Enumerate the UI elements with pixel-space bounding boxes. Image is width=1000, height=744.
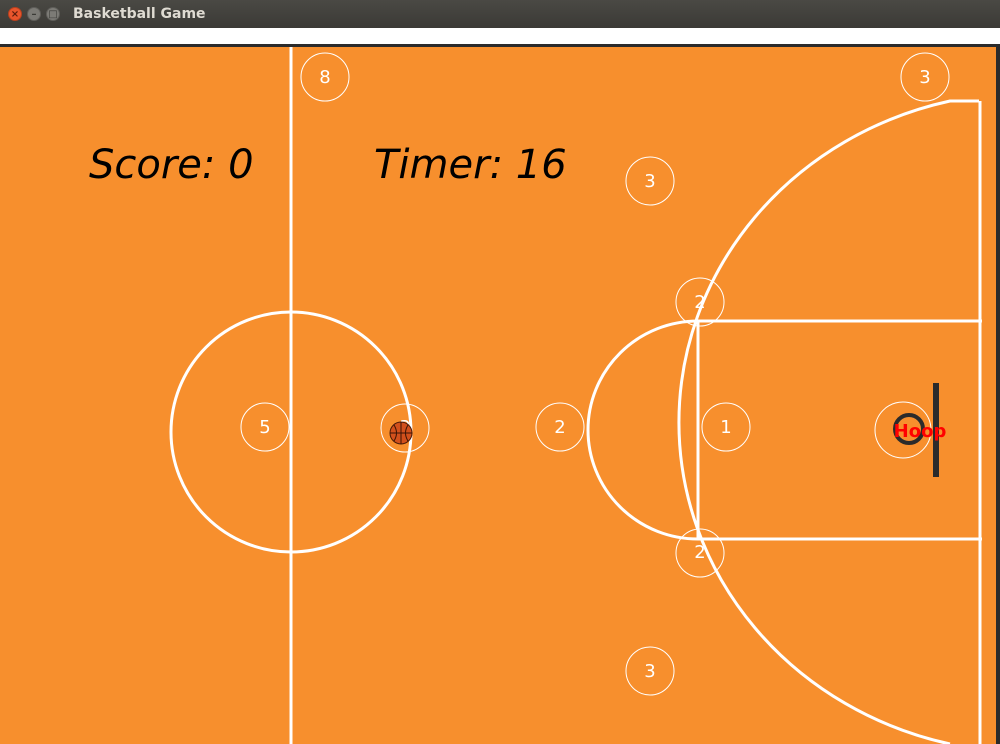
game-window: × – □ Basketball Game 8 3 3 2 5 2 1 2 3 … <box>0 0 1000 744</box>
hoop-label: Hoop <box>894 421 947 442</box>
spot-label: 2 <box>554 417 565 438</box>
title-bar: × – □ Basketball Game <box>0 0 1000 28</box>
spot-label: 8 <box>319 67 330 88</box>
spot-label: 3 <box>644 171 655 192</box>
timer-display: Timer: 16 <box>374 142 567 188</box>
close-button[interactable]: × <box>8 7 22 21</box>
minimize-button[interactable]: – <box>27 7 41 21</box>
court-lines <box>169 47 982 744</box>
spot-label: 1 <box>720 417 731 438</box>
close-icon: × <box>10 9 20 20</box>
spot-label: 2 <box>694 542 705 563</box>
basketball[interactable] <box>389 421 413 445</box>
hoop[interactable]: Hoop <box>893 383 947 477</box>
minimize-icon: – <box>31 9 37 20</box>
spot-label: 3 <box>644 661 655 682</box>
spot-label: 2 <box>694 292 705 313</box>
spot-label: 3 <box>919 67 930 88</box>
maximize-button[interactable]: □ <box>46 7 60 21</box>
score-display: Score: 0 <box>89 142 254 188</box>
spot-label: 5 <box>259 417 270 438</box>
free-throw-circle <box>586 319 699 541</box>
spot-labels: 8 3 3 2 5 3 2 1 2 3 <box>259 67 930 682</box>
maximize-icon: □ <box>48 9 58 20</box>
shooting-spots <box>240 52 950 696</box>
window-title: Basketball Game <box>73 6 206 22</box>
